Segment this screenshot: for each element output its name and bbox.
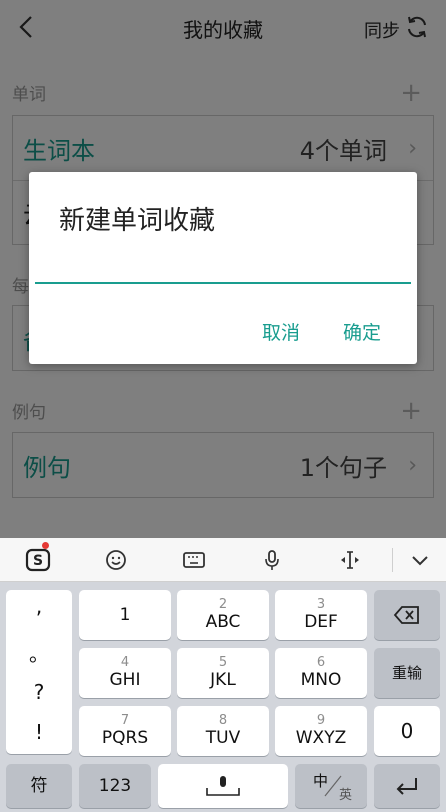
backspace-key[interactable] (374, 590, 440, 640)
language-switch-key[interactable]: 中 英 (295, 764, 367, 808)
key-1[interactable]: 1 (79, 590, 171, 640)
key-2-abc[interactable]: 2 ABC (177, 590, 269, 640)
key-0[interactable]: 0 (374, 706, 440, 756)
punct-comma-key[interactable]: , (6, 594, 72, 618)
numeric-key[interactable]: 123 (79, 764, 151, 808)
symbol-key[interactable]: 符 (6, 764, 72, 808)
key-9-wxyz[interactable]: 9 WXYZ (275, 706, 367, 756)
emoji-icon[interactable] (100, 544, 132, 576)
key-6-mno[interactable]: 6 MNO (275, 648, 367, 698)
key-5-jkl[interactable]: 5 JKL (177, 648, 269, 698)
backspace-icon (393, 606, 419, 624)
punct-exclaim-key[interactable]: ! (6, 720, 72, 744)
svg-text:S: S (33, 553, 43, 569)
dialog-title: 新建单词收藏 (59, 206, 216, 236)
punctuation-column[interactable]: , 。 ? ! (6, 590, 72, 754)
confirm-button[interactable]: 确定 (343, 318, 381, 345)
space-mic-icon (206, 776, 240, 796)
key-7-pqrs[interactable]: 7 PQRS (79, 706, 171, 756)
new-word-collection-dialog: 新建单词收藏 取消 确定 (29, 172, 417, 364)
key-3-def[interactable]: 3 DEF (275, 590, 367, 640)
cursor-move-icon[interactable] (334, 544, 366, 576)
lang-switch-glyph: 中 英 (313, 772, 353, 803)
keyboard-toolbar: S (0, 538, 446, 582)
microphone-icon[interactable] (256, 544, 288, 576)
reinput-key[interactable]: 重输 (374, 648, 440, 698)
punct-period-key[interactable]: 。 (6, 638, 72, 667)
space-key[interactable] (158, 764, 288, 808)
toolbar-divider (392, 548, 393, 572)
collapse-keyboard-icon[interactable] (404, 544, 436, 576)
sogou-logo-icon[interactable]: S (22, 542, 54, 576)
collection-name-input[interactable] (35, 254, 411, 284)
key-4-ghi[interactable]: 4 GHI (79, 648, 171, 698)
notification-dot (42, 542, 49, 549)
cancel-button[interactable]: 取消 (262, 318, 300, 345)
punct-question-key[interactable]: ? (6, 680, 72, 704)
keyboard-icon[interactable] (178, 544, 210, 576)
enter-key[interactable] (374, 764, 440, 808)
enter-icon (396, 778, 417, 795)
key-8-tuv[interactable]: 8 TUV (177, 706, 269, 756)
